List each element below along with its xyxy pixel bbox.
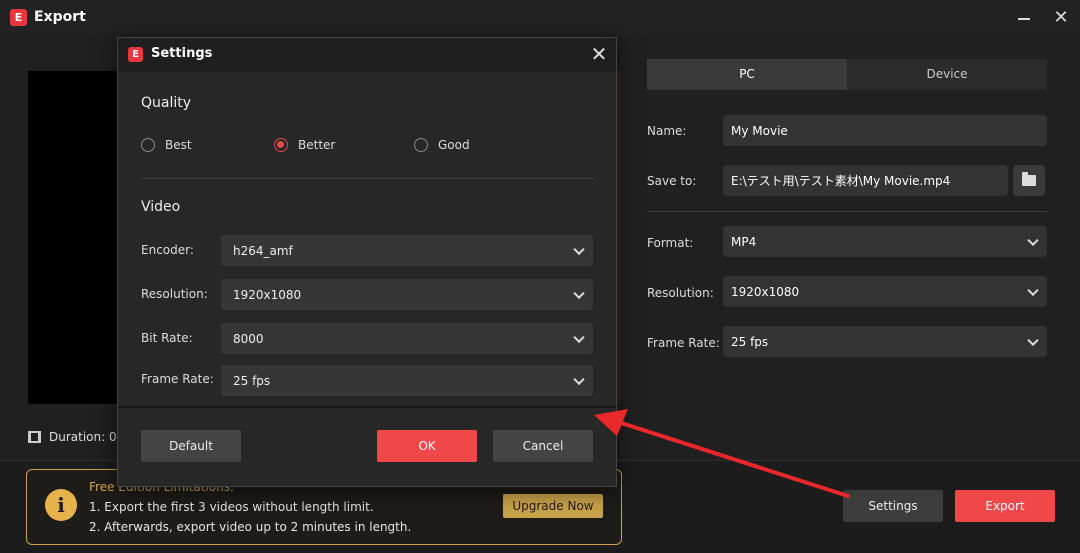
chevron-down-icon	[1027, 234, 1039, 246]
bitrate-label: Bit Rate:	[141, 331, 193, 345]
format-value: MP4	[731, 234, 757, 249]
radio-selected-icon	[274, 138, 288, 152]
quality-option-better[interactable]: Better	[274, 138, 335, 152]
dialog-resolution-label: Resolution:	[141, 287, 208, 301]
resolution-select[interactable]: 1920x1080	[723, 276, 1047, 307]
radio-icon	[141, 138, 155, 152]
close-icon[interactable]: ✕	[587, 42, 611, 66]
chevron-down-icon	[573, 373, 585, 385]
dialog-frame-rate-select[interactable]: 25 fps	[221, 365, 593, 396]
frame-rate-label: Frame Rate:	[647, 336, 720, 350]
encoder-value: h264_amf	[233, 243, 293, 258]
name-field[interactable]: My Movie	[723, 115, 1047, 146]
minimize-icon[interactable]	[1012, 6, 1036, 30]
dialog-frame-rate-value: 25 fps	[233, 373, 271, 388]
quality-option-best[interactable]: Best	[141, 138, 192, 152]
save-to-value: E:\テスト用\テスト素材\My Movie.mp4	[731, 174, 951, 188]
cancel-button[interactable]: Cancel	[493, 430, 593, 462]
title-bar	[0, 0, 1080, 36]
chevron-down-icon	[573, 243, 585, 255]
tab-device[interactable]: Device	[847, 59, 1047, 90]
quality-option-good[interactable]: Good	[414, 138, 470, 152]
name-label: Name:	[647, 124, 687, 138]
encoder-label: Encoder:	[141, 243, 194, 257]
ok-button[interactable]: OK	[377, 430, 477, 462]
divider	[141, 178, 593, 179]
quality-option-label: Better	[298, 138, 336, 152]
radio-icon	[414, 138, 428, 152]
name-value: My Movie	[731, 123, 788, 138]
bitrate-value: 8000	[233, 331, 264, 346]
dialog-title: Settings	[151, 46, 213, 61]
close-icon[interactable]: ✕	[1049, 6, 1073, 30]
quality-option-label: Best	[165, 138, 192, 152]
dialog-footer-divider	[118, 406, 616, 408]
resolution-label: Resolution:	[647, 286, 714, 300]
duration-info: Duration: 00	[28, 430, 124, 444]
save-to-label: Save to:	[647, 174, 697, 188]
divider	[647, 211, 1047, 212]
app-logo-icon: E	[10, 9, 27, 26]
window-title: Export	[34, 9, 86, 25]
default-button[interactable]: Default	[141, 430, 241, 462]
chevron-down-icon	[1027, 284, 1039, 296]
frame-rate-value: 25 fps	[731, 334, 769, 349]
encoder-select[interactable]: h264_amf	[221, 235, 593, 266]
format-label: Format:	[647, 236, 694, 250]
dialog-resolution-value: 1920x1080	[233, 287, 302, 302]
dialog-resolution-select[interactable]: 1920x1080	[221, 279, 593, 310]
browse-folder-button[interactable]	[1013, 165, 1045, 196]
film-icon	[28, 431, 41, 443]
export-button[interactable]: Export	[955, 490, 1055, 522]
chevron-down-icon	[573, 287, 585, 299]
free-edition-line-2: 2. Afterwards, export video up to 2 minu…	[89, 520, 412, 534]
app-logo-icon: E	[128, 47, 143, 62]
tab-pc[interactable]: PC	[647, 59, 847, 90]
free-edition-line-1: 1. Export the first 3 videos without len…	[89, 500, 374, 514]
format-select[interactable]: MP4	[723, 226, 1047, 257]
video-section-title: Video	[141, 199, 181, 215]
quality-option-label: Good	[438, 138, 470, 152]
chevron-down-icon	[573, 331, 585, 343]
duration-label: Duration: 00	[49, 430, 125, 444]
folder-icon	[1022, 172, 1036, 186]
settings-button[interactable]: Settings	[843, 490, 943, 522]
info-icon: i	[45, 489, 77, 521]
frame-rate-select[interactable]: 25 fps	[723, 326, 1047, 357]
resolution-value: 1920x1080	[731, 284, 800, 299]
quality-section-title: Quality	[141, 95, 192, 111]
upgrade-now-button[interactable]: Upgrade Now	[503, 494, 603, 518]
chevron-down-icon	[1027, 334, 1039, 346]
save-to-field[interactable]: E:\テスト用\テスト素材\My Movie.mp4	[723, 165, 1008, 196]
dialog-frame-rate-label: Frame Rate:	[141, 372, 214, 386]
bitrate-select[interactable]: 8000	[221, 323, 593, 354]
